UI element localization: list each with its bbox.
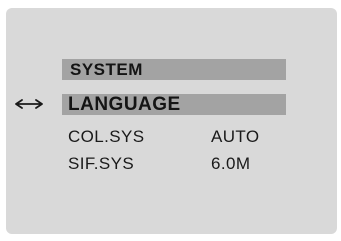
col-sys-label: COL.SYS (68, 127, 145, 146)
sif-sys-value: 6.0M (211, 154, 251, 173)
col-sys-value: AUTO (211, 127, 260, 146)
menu-row-sif-sys[interactable]: SIF.SYS 6.0M (6, 153, 337, 175)
sif-sys-label: SIF.SYS (68, 154, 135, 173)
menu-title: SYSTEM (70, 60, 143, 79)
menu-item-language-label: LANGUAGE (68, 94, 181, 115)
double-arrow-icon (15, 99, 43, 109)
menu-item-language[interactable]: LANGUAGE (62, 94, 286, 115)
menu-row-col-sys[interactable]: COL.SYS AUTO (6, 126, 337, 148)
menu-title-bar: SYSTEM (62, 59, 286, 80)
osd-screen: SYSTEM LANGUAGE COL.SYS AUTO SIF.SYS 6.0… (6, 8, 337, 234)
